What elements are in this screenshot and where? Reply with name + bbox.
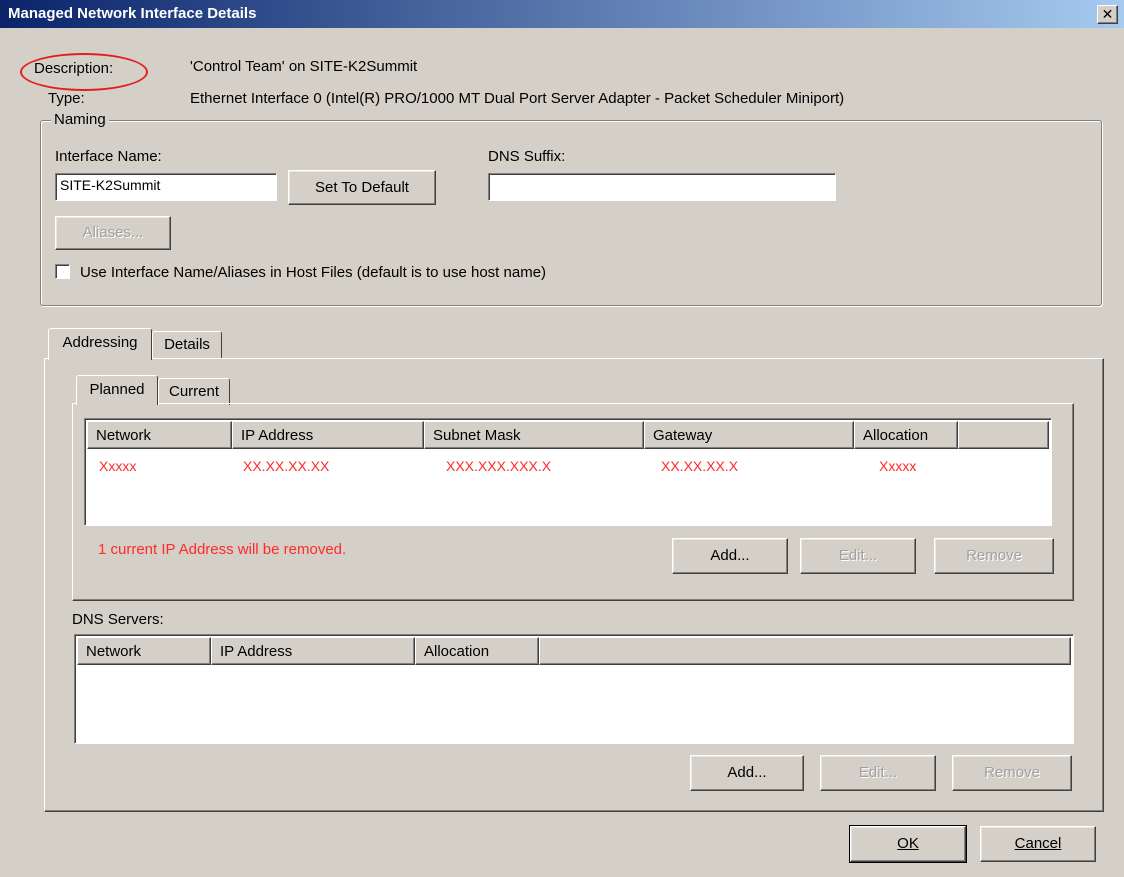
- column-subnet-mask[interactable]: Subnet Mask: [424, 421, 644, 449]
- tab-current-label: Current: [168, 383, 220, 400]
- naming-legend: Naming: [51, 111, 109, 128]
- ip-address-list[interactable]: Network IP Address Subnet Mask Gateway A…: [84, 418, 1052, 526]
- window-title: Managed Network Interface Details: [8, 5, 257, 22]
- title-bar[interactable]: Managed Network Interface Details ✕: [0, 0, 1124, 28]
- cancel-button-label: Cancel: [1014, 835, 1062, 852]
- dns-add-button[interactable]: Add...: [690, 755, 804, 791]
- description-value: 'Control Team' on SITE-K2Summit: [190, 58, 418, 75]
- set-to-default-button[interactable]: Set To Default: [288, 170, 436, 205]
- dns-remove-button[interactable]: Remove: [952, 755, 1072, 791]
- column-ip-address[interactable]: IP Address: [232, 421, 424, 449]
- tab-current[interactable]: Current: [158, 378, 230, 405]
- tab-planned-label: Planned: [89, 381, 145, 398]
- ip-list-header: Network IP Address Subnet Mask Gateway A…: [87, 421, 1049, 449]
- dns-column-network[interactable]: Network: [77, 637, 211, 665]
- table-row[interactable]: Xxxxx XX.XX.XX.XX XXX.XXX.XXX.X XX.XX.XX…: [85, 449, 1051, 479]
- dns-column-allocation[interactable]: Allocation: [415, 637, 539, 665]
- column-filler: [958, 421, 1049, 449]
- dns-list-header: Network IP Address Allocation: [77, 637, 1071, 665]
- dns-column-ip-address[interactable]: IP Address: [211, 637, 415, 665]
- column-gateway[interactable]: Gateway: [644, 421, 854, 449]
- tab-details[interactable]: Details: [152, 331, 222, 359]
- column-allocation[interactable]: Allocation: [854, 421, 958, 449]
- ip-remove-button[interactable]: Remove: [934, 538, 1054, 574]
- tab-addressing-label: Addressing: [62, 334, 138, 351]
- column-network[interactable]: Network: [87, 421, 232, 449]
- type-value: Ethernet Interface 0 (Intel(R) PRO/1000 …: [190, 90, 845, 107]
- ip-add-button[interactable]: Add...: [672, 538, 788, 574]
- dns-edit-button[interactable]: Edit...: [820, 755, 936, 791]
- ok-button[interactable]: OK: [849, 825, 967, 863]
- cell-subnet-mask: XXX.XXX.XXX.X: [446, 458, 552, 474]
- interface-name-input[interactable]: SITE-K2Summit: [55, 173, 277, 201]
- dns-suffix-label: DNS Suffix:: [488, 148, 566, 165]
- dns-suffix-input[interactable]: [488, 173, 836, 201]
- cell-network: Xxxxx: [99, 458, 137, 474]
- use-names-checkbox[interactable]: [55, 264, 70, 279]
- close-button[interactable]: ✕: [1097, 5, 1118, 24]
- cell-allocation: Xxxxx: [879, 458, 917, 474]
- removal-warning: 1 current IP Address will be removed.: [98, 541, 347, 558]
- tab-planned[interactable]: Planned: [76, 375, 158, 405]
- tab-addressing[interactable]: Addressing: [48, 328, 152, 360]
- interface-name-label: Interface Name:: [55, 148, 162, 165]
- use-names-label[interactable]: Use Interface Name/Aliases in Host Files…: [80, 264, 546, 281]
- dns-servers-label: DNS Servers:: [72, 611, 164, 628]
- aliases-button[interactable]: Aliases...: [55, 216, 171, 250]
- cell-gateway: XX.XX.XX.X: [661, 458, 739, 474]
- cell-ip-address: XX.XX.XX.XX: [243, 458, 330, 474]
- ip-edit-button[interactable]: Edit...: [800, 538, 916, 574]
- cancel-button[interactable]: Cancel: [980, 826, 1096, 862]
- tab-details-label: Details: [164, 336, 210, 353]
- dns-server-list[interactable]: Network IP Address Allocation: [74, 634, 1074, 744]
- close-icon: ✕: [1101, 6, 1114, 22]
- type-label: Type:: [48, 90, 85, 107]
- description-label: Description:: [34, 60, 114, 77]
- dns-column-filler: [539, 637, 1071, 665]
- ok-button-label: OK: [897, 835, 919, 852]
